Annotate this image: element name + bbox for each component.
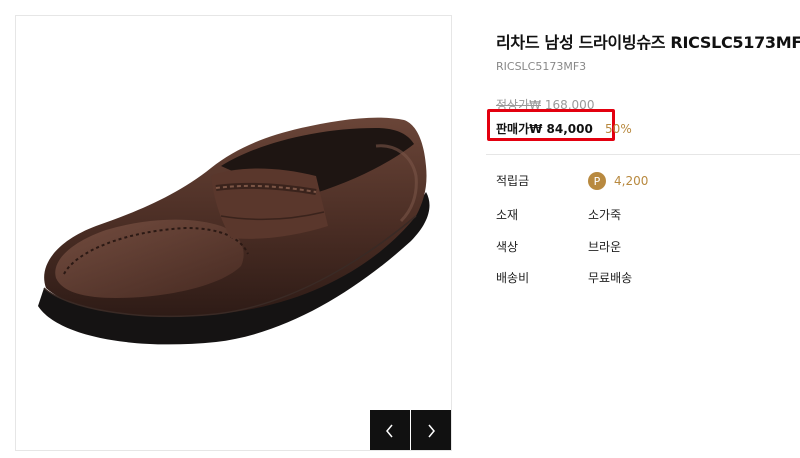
point-icon: P	[588, 172, 606, 190]
product-code: RICSLC5173MF3	[496, 60, 587, 73]
detail-key: 색상	[496, 240, 519, 254]
detail-value: 무료배송	[588, 271, 633, 285]
divider	[486, 154, 800, 155]
chevron-right-icon	[428, 424, 435, 437]
detail-row-shipping: 배송비 무료배송	[496, 269, 800, 289]
detail-value: P 4,200	[588, 172, 648, 190]
sale-price-value: 84,000	[546, 122, 593, 136]
detail-key: 소재	[496, 208, 519, 222]
points-value: 4,200	[614, 174, 649, 188]
detail-key: 적립금	[496, 174, 530, 188]
gallery-prev-button[interactable]	[370, 410, 410, 450]
detail-row-points: 적립금 P 4,200	[496, 172, 800, 192]
product-image	[38, 117, 430, 345]
product-gallery	[15, 15, 452, 451]
product-info: 리차드 남성 드라이빙슈즈 RICSLC5173MF3 RICSLC5173MF…	[486, 0, 800, 458]
product-title: 리차드 남성 드라이빙슈즈 RICSLC5173MF3	[496, 33, 800, 52]
detail-row-material: 소재 소가죽	[496, 206, 800, 226]
detail-row-color: 색상 브라운	[496, 238, 800, 258]
gallery-next-button[interactable]	[411, 410, 451, 450]
sale-price: 판매가₩ 84,000 50%	[496, 120, 632, 137]
discount-rate: 50%	[605, 122, 632, 136]
detail-key: 배송비	[496, 271, 530, 285]
detail-value: 소가죽	[588, 208, 622, 222]
detail-value: 브라운	[588, 240, 622, 254]
sale-price-label: 판매가₩	[496, 122, 543, 136]
chevron-left-icon	[386, 424, 393, 437]
